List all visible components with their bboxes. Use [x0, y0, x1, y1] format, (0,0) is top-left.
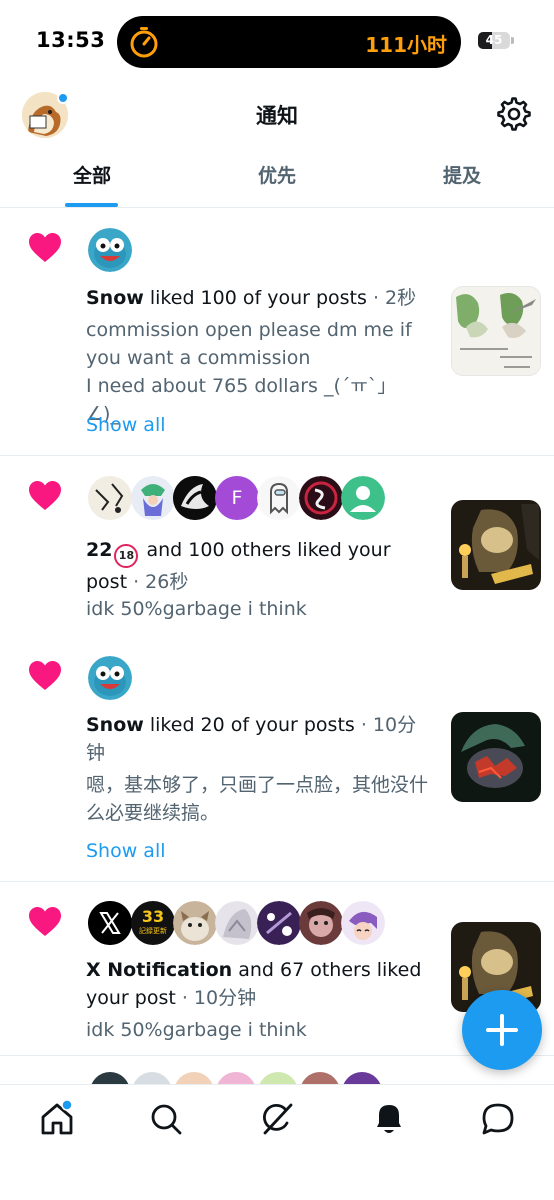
post-thumbnail[interactable] [451, 500, 541, 590]
notification-item[interactable]: F 22 18 and 100 others liked your post · … [0, 456, 554, 646]
home-icon[interactable] [37, 1099, 77, 1139]
avatar[interactable] [131, 476, 175, 520]
heart-icon [29, 661, 61, 690]
avatar[interactable] [215, 901, 259, 945]
next-row-avatars-peek [86, 1072, 386, 1084]
adult-badge-icon: 18 [114, 544, 139, 568]
post-snippet: commission open please dm me if you want… [86, 319, 412, 425]
avatar[interactable] [257, 476, 301, 520]
notification-tabs: 全部 优先 提及 [0, 150, 554, 208]
notification-text: Snow liked 20 of your posts · 10分钟 [86, 714, 417, 764]
message-icon[interactable] [478, 1099, 518, 1139]
heart-icon [29, 907, 61, 936]
show-all-link[interactable]: Show all [86, 840, 166, 862]
post-thumbnail[interactable] [451, 286, 541, 376]
tab-mentions[interactable]: 提及 [410, 150, 514, 206]
avatar[interactable]: 33 記録更新 [131, 901, 175, 945]
app-header: 通知 [0, 86, 554, 146]
notification-text: 22 18 and 100 others liked your post · 26… [86, 539, 391, 593]
avatar[interactable] [88, 228, 132, 272]
search-icon[interactable] [146, 1099, 186, 1139]
notification-text: X Notification and 67 others liked your … [86, 959, 422, 1009]
timer-icon [130, 27, 158, 58]
post-snippet: idk 50%garbage i think [86, 598, 307, 620]
avatar[interactable] [299, 476, 343, 520]
avatar[interactable] [341, 476, 385, 520]
notification-text: Snow liked 100 of your posts · 2秒 [86, 287, 417, 309]
show-all-link[interactable]: Show all [86, 414, 166, 436]
avatar[interactable] [173, 901, 217, 945]
compose-button[interactable] [462, 990, 542, 1070]
dynamic-island[interactable]: 111小时 [117, 16, 461, 68]
gear-icon[interactable] [497, 97, 531, 131]
avatar[interactable] [341, 901, 385, 945]
battery-icon: 45 [478, 32, 514, 49]
bell-icon[interactable] [369, 1099, 409, 1139]
tab-all[interactable]: 全部 [40, 150, 144, 206]
notification-item[interactable]: Snow liked 20 of your posts · 10分钟 嗯，基本够… [0, 646, 554, 882]
avatar[interactable] [88, 656, 132, 700]
avatar[interactable] [257, 901, 301, 945]
avatar[interactable] [173, 476, 217, 520]
avatar[interactable]: F [215, 476, 259, 520]
status-time: 13:53 [36, 28, 106, 52]
timer-text: 111小时 [365, 33, 447, 57]
grok-icon[interactable] [257, 1099, 297, 1139]
battery-level: 45 [485, 33, 503, 47]
post-snippet: idk 50%garbage i think [86, 1019, 307, 1041]
page-title: 通知 [256, 104, 298, 128]
post-snippet: 嗯，基本够了，只画了一点脸，其他没什么必要继续搞。 [86, 774, 429, 824]
tab-underline [65, 203, 118, 207]
plus-icon [486, 1014, 518, 1046]
avatar[interactable] [299, 901, 343, 945]
bottom-nav [0, 1084, 554, 1200]
notification-item[interactable]: Snow liked 100 of your posts · 2秒 commis… [0, 208, 554, 456]
post-thumbnail[interactable] [451, 712, 541, 802]
avatar-badge-caption: 記録更新 [139, 927, 167, 935]
avatar-badge-number: 33 [141, 907, 165, 926]
status-bar: 13:53 111小时 45 [0, 0, 554, 80]
x-logo-avatar[interactable] [88, 901, 132, 945]
heart-icon [29, 233, 61, 262]
avatar[interactable] [88, 476, 132, 520]
heart-icon [29, 481, 61, 510]
tab-priority[interactable]: 优先 [225, 150, 329, 206]
